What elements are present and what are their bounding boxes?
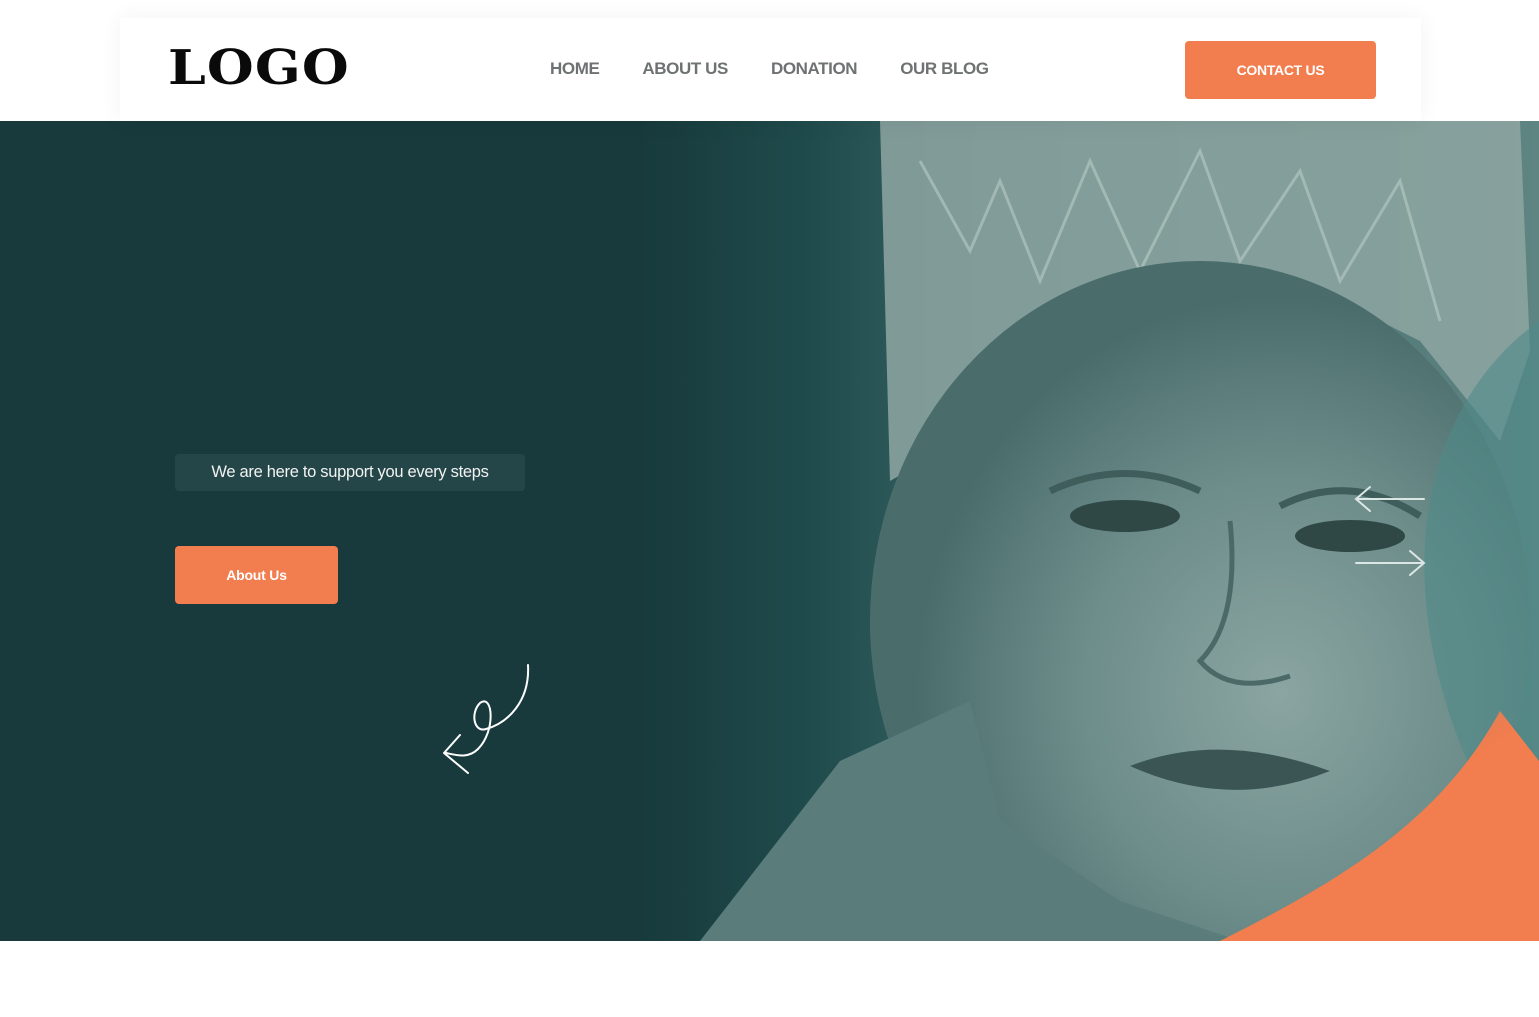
contact-us-button[interactable]: CONTACT US [1185, 41, 1376, 99]
nav-about-us[interactable]: ABOUT US [642, 57, 728, 81]
hero-photo [640, 121, 1539, 941]
hero-section: We are here to support you every steps A… [0, 121, 1539, 941]
arrow-right-icon[interactable] [1352, 549, 1428, 577]
curly-arrow-icon [443, 664, 530, 774]
nav-home[interactable]: HOME [550, 57, 600, 81]
about-us-button[interactable]: About Us [175, 546, 338, 604]
arrow-left-icon[interactable] [1352, 485, 1428, 513]
main-nav: HOME ABOUT US DONATION OUR BLOG [550, 57, 989, 81]
hero-tagline: We are here to support you every steps [175, 454, 525, 491]
page: We are here to support you every steps A… [0, 0, 1539, 1017]
nav-donation[interactable]: DONATION [771, 57, 858, 81]
nav-our-blog[interactable]: OUR BLOG [900, 57, 989, 81]
site-header: LOGO HOME ABOUT US DONATION OUR BLOG CON… [120, 18, 1421, 121]
logo[interactable]: LOGO [168, 40, 350, 96]
